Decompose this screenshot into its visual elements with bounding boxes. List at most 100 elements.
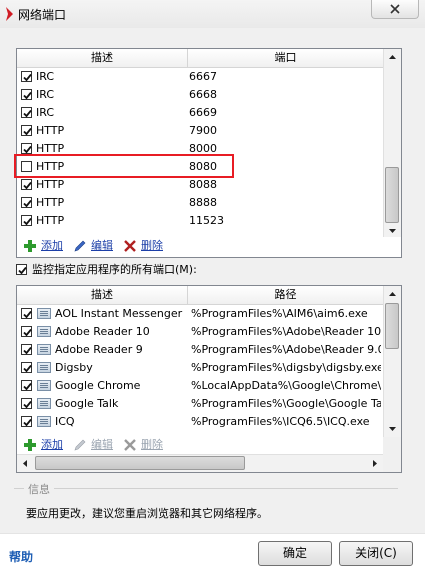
row-app-name: Google Talk: [55, 397, 119, 410]
row-checkbox[interactable]: [21, 161, 32, 172]
row-checkbox[interactable]: [21, 308, 32, 319]
checkmark-icon: [23, 364, 32, 373]
ports-vertical-scrollbar[interactable]: [383, 49, 401, 239]
row-description: HTTP: [36, 196, 65, 209]
row-app-name: Digsby: [55, 361, 93, 374]
scroll-up-icon[interactable]: [384, 286, 401, 303]
table-row[interactable]: IRC 6668: [17, 86, 383, 104]
pencil-icon: [74, 240, 86, 252]
table-row[interactable]: HTTP 8088: [17, 176, 383, 194]
row-checkbox[interactable]: [21, 71, 32, 82]
delete-icon: [124, 240, 136, 252]
row-checkbox[interactable]: [21, 125, 32, 136]
table-row[interactable]: Digsby %ProgramFiles%\digsby\digsby.exe: [17, 359, 383, 377]
row-description: HTTP: [36, 178, 65, 191]
table-row[interactable]: HTTP 8888: [17, 194, 383, 212]
row-checkbox[interactable]: [21, 143, 32, 154]
apps-horizontal-scrollbar[interactable]: [17, 454, 383, 472]
checkmark-icon: [23, 418, 32, 427]
column-header-port[interactable]: 端口: [188, 49, 383, 67]
table-row[interactable]: ICQ %ProgramFiles%\ICQ6.5\ICQ.exe: [17, 413, 383, 431]
row-checkbox[interactable]: [21, 344, 32, 355]
row-checkbox[interactable]: [21, 215, 32, 226]
pencil-icon: [74, 439, 86, 451]
apps-vertical-scrollbar[interactable]: [383, 286, 401, 437]
scroll-right-icon[interactable]: [366, 455, 383, 472]
ports-list[interactable]: 描述 端口 IRC 6667 IRC 6668 IRC 6669 HTTP 7900 HTTP 8…: [16, 48, 402, 258]
column-header-path[interactable]: 路径: [188, 286, 383, 304]
table-row[interactable]: Adobe Reader 9 %ProgramFiles%\Adobe\Reade…: [17, 341, 383, 359]
row-checkbox[interactable]: [21, 362, 32, 373]
scroll-down-icon[interactable]: [384, 420, 401, 437]
table-row[interactable]: IRC 6669: [17, 104, 383, 122]
checkmark-icon: [23, 328, 32, 337]
table-row[interactable]: Adobe Reader 10 %ProgramFiles%\Adobe\Read…: [17, 323, 383, 341]
row-app-path: %ProgramFiles%\ICQ6.5\ICQ.exe: [191, 415, 370, 428]
info-separator: [14, 488, 398, 489]
help-link[interactable]: 帮助: [9, 548, 33, 565]
apps-header: 描述 路径: [17, 286, 383, 305]
row-checkbox[interactable]: [21, 89, 32, 100]
row-port: 6669: [189, 106, 217, 119]
row-checkbox[interactable]: [21, 179, 32, 190]
delete-icon: [124, 439, 136, 451]
table-row[interactable]: Google Chrome %LocalAppData%\Google\Chrom…: [17, 377, 383, 395]
table-row[interactable]: IRC 6667: [17, 68, 383, 86]
table-row[interactable]: HTTP 11523: [17, 212, 383, 230]
table-row[interactable]: HTTP 7900: [17, 122, 383, 140]
monitor-all-ports-label: 监控指定应用程序的所有端口(M):: [32, 263, 197, 276]
scroll-left-icon[interactable]: [17, 455, 34, 472]
row-description: IRC: [36, 88, 55, 101]
application-icon: [37, 416, 51, 427]
row-port: 6668: [189, 88, 217, 101]
ports-delete-label: 删除: [141, 239, 163, 252]
row-app-name: ICQ: [55, 415, 75, 428]
application-icon: [37, 362, 51, 373]
row-app-path: %ProgramFiles%\Google\Google Talk\google…: [191, 397, 381, 410]
dialog-footer: 帮助 确定 关闭(C): [0, 533, 425, 566]
column-header-description[interactable]: 描述: [17, 49, 188, 67]
row-checkbox[interactable]: [21, 398, 32, 409]
row-app-name: AOL Instant Messenger: [55, 307, 183, 320]
row-port: 8080: [189, 160, 217, 173]
monitor-all-ports-checkbox[interactable]: [16, 264, 27, 275]
table-row[interactable]: HTTP 8000: [17, 140, 383, 158]
row-port: 7900: [189, 124, 217, 137]
application-icon: [37, 326, 51, 337]
close-button[interactable]: 关闭(C): [339, 541, 413, 566]
table-row[interactable]: Google Talk %ProgramFiles%\Google\Google …: [17, 395, 383, 413]
table-row[interactable]: AOL Instant Messenger %ProgramFiles%\AIM6…: [17, 305, 383, 323]
ports-scroll-thumb[interactable]: [385, 167, 399, 223]
row-checkbox[interactable]: [21, 380, 32, 391]
row-app-path: %LocalAppData%\Google\Chrome\Application…: [191, 379, 381, 392]
checkmark-icon: [23, 310, 32, 319]
application-icon: [37, 308, 51, 319]
row-description: IRC: [36, 70, 55, 83]
row-checkbox[interactable]: [21, 107, 32, 118]
apps-list[interactable]: 描述 路径 AOL Instant Messenger %ProgramFiles…: [16, 285, 402, 473]
ports-header: 描述 端口: [17, 49, 383, 68]
row-app-path: %ProgramFiles%\AIM6\aim6.exe: [191, 307, 368, 320]
row-port: 8000: [189, 142, 217, 155]
row-port: 8888: [189, 196, 217, 209]
window-close-button[interactable]: [371, 0, 419, 19]
row-checkbox[interactable]: [21, 197, 32, 208]
row-app-name: Adobe Reader 9: [55, 343, 143, 356]
apps-scroll-thumb[interactable]: [385, 303, 399, 349]
table-row[interactable]: HTTP 8080: [17, 158, 383, 176]
row-app-name: Adobe Reader 10: [55, 325, 150, 338]
scroll-up-icon[interactable]: [384, 49, 401, 66]
ok-button[interactable]: 确定: [258, 541, 332, 566]
add-icon: [24, 240, 36, 252]
checkmark-icon: [23, 145, 32, 154]
apps-hscroll-thumb[interactable]: [35, 456, 245, 470]
row-checkbox[interactable]: [21, 326, 32, 337]
window-title: 网络端口: [18, 8, 67, 22]
title-bar: 网络端口: [0, 0, 425, 28]
apps-action-bar: 添加 编辑 删除: [17, 436, 383, 454]
row-checkbox[interactable]: [21, 416, 32, 427]
column-header-app-description[interactable]: 描述: [17, 286, 188, 304]
row-description: HTTP: [36, 124, 65, 137]
info-message: 要应用更改，建议您重启浏览器和其它网络程序。: [26, 507, 268, 520]
checkmark-icon: [23, 382, 32, 391]
